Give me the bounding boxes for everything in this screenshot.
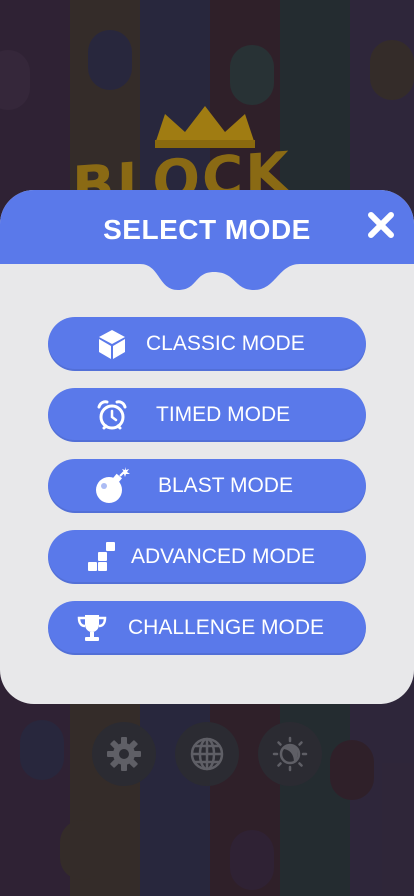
theme-icon: [272, 736, 308, 772]
theme-button[interactable]: [258, 722, 322, 786]
classic-mode-button[interactable]: CLASSIC MODE: [48, 317, 366, 371]
close-button[interactable]: [366, 210, 396, 240]
trophy-icon: [77, 615, 107, 641]
timed-mode-button[interactable]: TIMED MODE: [48, 388, 366, 442]
select-mode-dialog: SELECT MODE CLASSIC MODE TIMED MODE BLAS…: [0, 190, 414, 704]
challenge-mode-button[interactable]: CHALLENGE MODE: [48, 601, 366, 655]
close-icon: [368, 212, 394, 238]
bomb-icon: [96, 467, 130, 503]
alarm-clock-icon: [97, 400, 127, 430]
mode-label: CHALLENGE MODE: [128, 616, 325, 639]
advanced-mode-button[interactable]: ADVANCED MODE: [48, 530, 366, 584]
globe-icon: [190, 737, 224, 771]
cube-icon: [99, 330, 125, 359]
mode-label: TIMED MODE: [156, 403, 291, 426]
mode-label: ADVANCED MODE: [131, 545, 315, 568]
mode-label: CLASSIC MODE: [146, 332, 305, 355]
language-button[interactable]: [175, 722, 239, 786]
dialog-title: SELECT MODE: [103, 214, 311, 245]
crown-icon: [155, 106, 255, 148]
mode-label: BLAST MODE: [158, 474, 293, 497]
settings-button[interactable]: [92, 722, 156, 786]
blocks-icon: [88, 542, 115, 571]
gear-icon: [107, 737, 141, 771]
blast-mode-button[interactable]: BLAST MODE: [48, 459, 366, 513]
